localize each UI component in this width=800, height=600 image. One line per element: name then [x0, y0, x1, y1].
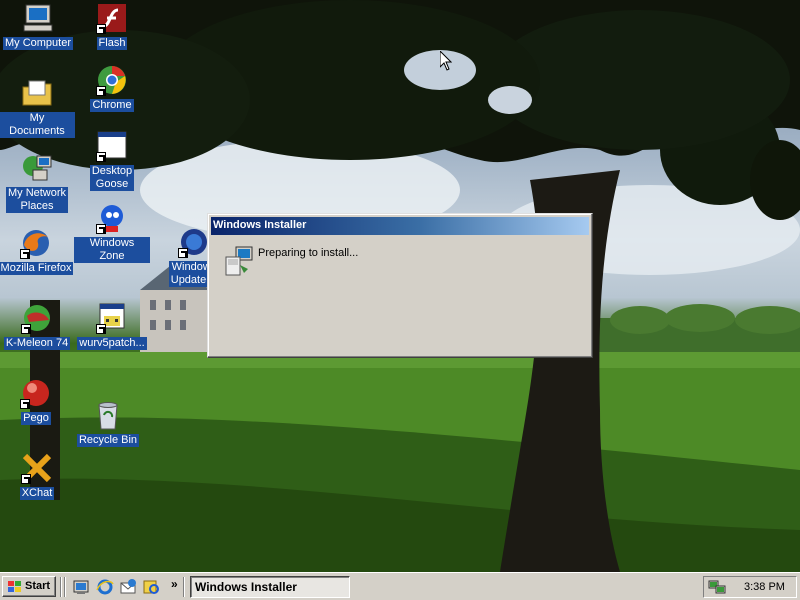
dialog-title-bar[interactable]: Windows Installer: [211, 217, 589, 235]
desktop-icon-label: My Network Places: [5, 187, 69, 213]
dialog-message: Preparing to install...: [258, 247, 359, 259]
desktop-icon-label: Recycle Bin: [76, 434, 140, 447]
taskbar-button-label: Windows Installer: [195, 580, 297, 594]
quick-launch-outlook-express[interactable]: [119, 578, 137, 596]
taskbar: Start » Windows Installer 3:38 PM: [0, 572, 800, 600]
my-documents-icon: [22, 80, 52, 106]
dialog-title: Windows Installer: [213, 219, 307, 231]
desktop-icon-recycle-bin[interactable]: Recycle Bin: [70, 399, 146, 447]
desktop-icon-windows-zone[interactable]: Windows Zone: [74, 202, 150, 263]
taskbar-button-windows-installer[interactable]: Windows Installer: [190, 576, 350, 598]
installer-icon: [225, 246, 253, 276]
taskbar-separator: [60, 577, 62, 597]
internet-explorer-icon: [96, 579, 114, 595]
my-computer-icon: [23, 4, 53, 32]
quick-launch-internet-explorer[interactable]: [96, 578, 114, 596]
recycle-bin-icon: [98, 402, 118, 430]
desktop-icon-label: My Computer: [2, 37, 74, 50]
quick-launch-show-desktop[interactable]: [72, 578, 90, 596]
desktop-icon-kmeleon[interactable]: K-Meleon 74: [0, 302, 75, 350]
desktop-icon-desktop-goose[interactable]: Desktop Goose: [74, 130, 150, 191]
desktop-icon-chrome[interactable]: Chrome: [74, 64, 150, 112]
desktop-icon-flash[interactable]: Flash: [74, 2, 150, 50]
desktop-icon-label: My Documents: [0, 112, 75, 138]
show-desktop-icon: [73, 580, 89, 594]
desktop-icon-firefox[interactable]: Mozilla Firefox: [0, 227, 74, 275]
desktop-icon-my-documents[interactable]: My Documents: [0, 77, 75, 138]
network-places-icon: [23, 155, 52, 181]
mouse-cursor-icon: [440, 51, 452, 71]
desktop-icon-label: Pego: [21, 412, 51, 425]
desktop-icon-label: Desktop Goose: [89, 165, 135, 191]
desktop-icon-wurv5patch[interactable]: wurv5patch...: [74, 302, 150, 350]
desktop-icon-label: XChat: [19, 487, 55, 500]
quick-launch-chevron[interactable]: »: [171, 577, 178, 591]
desktop-icon-label: K-Meleon 74: [3, 337, 71, 350]
desktop-icon-network-places[interactable]: My Network Places: [0, 152, 75, 213]
desktop-icon-label: wurv5patch...: [77, 337, 147, 350]
desktop-icon-label: Mozilla Firefox: [0, 262, 74, 275]
system-tray: 3:38 PM: [703, 576, 797, 598]
windows-installer-dialog[interactable]: Windows Installer Preparing to install..…: [207, 213, 593, 358]
media-icon: [143, 580, 159, 594]
start-label: Start: [25, 580, 51, 592]
outlook-express-icon: [120, 579, 136, 594]
desktop[interactable]: My Computer My Documents My Network Plac…: [0, 0, 800, 572]
desktop-icon-label: Flash: [96, 37, 128, 50]
taskbar-separator: [183, 577, 185, 597]
start-button[interactable]: Start: [2, 576, 56, 597]
desktop-icon-my-computer[interactable]: My Computer: [0, 2, 76, 50]
taskbar-separator: [64, 577, 66, 597]
desktop-icon-label: Chrome: [90, 99, 134, 112]
clock[interactable]: 3:38 PM: [744, 581, 785, 593]
quick-launch-media[interactable]: [142, 578, 160, 596]
desktop-icon-pego[interactable]: Pego: [0, 377, 74, 425]
desktop-icon-xchat[interactable]: XChat: [0, 452, 75, 500]
windows-flag-icon: [8, 581, 21, 592]
network-tray-icon[interactable]: [708, 579, 726, 595]
desktop-icon-label: Windows Zone: [74, 237, 150, 263]
